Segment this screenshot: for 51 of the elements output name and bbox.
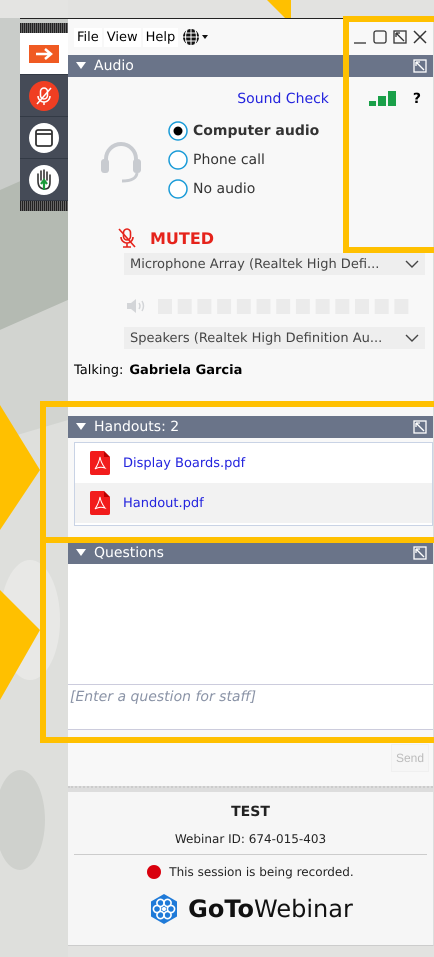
collapse-icon [76, 549, 86, 557]
sound-check-link[interactable]: Sound Check [237, 91, 329, 107]
pop-out-icon [413, 546, 427, 560]
pop-out-icon [413, 420, 427, 434]
microphone-dropdown[interactable]: Microphone Array (Realtek High Defi... [124, 253, 425, 275]
muted-label: MUTED [150, 228, 214, 248]
section-header[interactable]: Audio [68, 55, 433, 77]
section-header[interactable]: Handouts: 2 [68, 416, 433, 438]
section-header[interactable]: Questions [68, 542, 433, 564]
webinar-id: Webinar ID: 674-015-403 [174, 832, 326, 846]
section-title: Audio [94, 58, 134, 74]
radio-option[interactable]: Phone call [168, 150, 320, 170]
webinar-title: TEST [231, 804, 270, 820]
radio-button[interactable] [168, 150, 188, 170]
handout-item[interactable]: Display Boards.pdf [75, 443, 432, 483]
globe-icon [182, 28, 210, 46]
radio-button[interactable] [168, 179, 188, 199]
radio-option[interactable]: No audio [168, 179, 320, 199]
collapse-icon [76, 423, 86, 431]
collapse-icon [76, 62, 86, 70]
recording-notice: This session is being recorded. [169, 865, 354, 879]
talking-name: Gabriela Garcia [129, 363, 242, 378]
annotation-arrow [267, 0, 291, 18]
handout-item[interactable]: Handout.pdf [75, 483, 432, 523]
window-icon [28, 122, 60, 154]
pdf-icon [89, 451, 111, 475]
pdf-icon [89, 491, 111, 515]
speaker-dropdown[interactable]: Speakers (Realtek High Definition Au... [124, 327, 425, 349]
arrow-button[interactable] [20, 33, 68, 75]
section-title: Handouts: 2 [94, 419, 180, 435]
logo-text: GoToWebinar [188, 895, 353, 923]
chevron-icon [405, 259, 419, 269]
section-title: Questions [94, 545, 164, 561]
pop-out-icon[interactable] [393, 30, 407, 44]
question-field[interactable]: [Enter a question for staff] [68, 684, 433, 730]
maximize-icon[interactable] [373, 30, 387, 44]
signal-icon [368, 91, 397, 107]
talking-label: Talking: [74, 363, 124, 378]
grip-handle[interactable] [20, 201, 68, 211]
radio-button[interactable] [168, 121, 188, 141]
hand-icon [28, 164, 60, 196]
close-icon[interactable] [413, 30, 427, 44]
grip-handle[interactable] [20, 23, 68, 33]
menu-item[interactable]: File [74, 28, 102, 46]
help-link[interactable]: ? [412, 91, 421, 107]
recording-icon [147, 865, 162, 879]
menu-item[interactable]: Help [142, 28, 178, 46]
menu-item[interactable]: View [104, 28, 141, 46]
chevron-icon [405, 333, 419, 343]
pop-out-icon [413, 59, 427, 73]
radio-option[interactable]: Computer audio [168, 121, 320, 141]
